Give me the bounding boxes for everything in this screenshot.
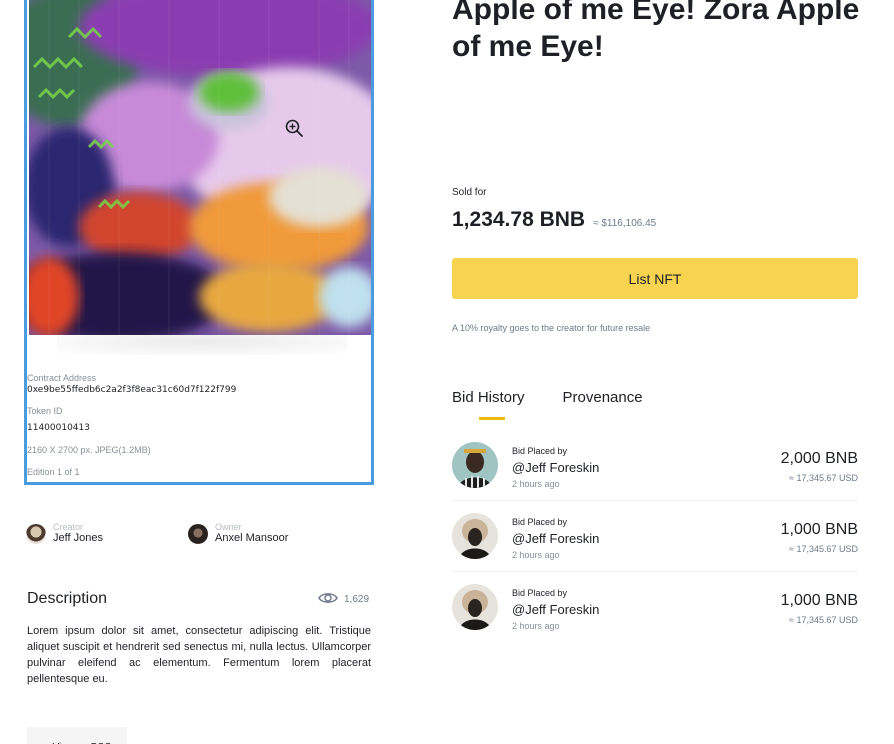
bid-time: 2 hours ago (512, 621, 560, 631)
view-count-value: 1,629 (344, 594, 370, 605)
creator-avatar (26, 523, 46, 544)
view-on-bsc-button[interactable]: View on BSC (27, 727, 127, 744)
bidder-name[interactable]: @Jeff Foreskin (512, 460, 599, 475)
edition-info: Edition 1 of 1 (27, 467, 80, 477)
bid-row[interactable]: Bid Placed by @Jeff Foreskin 2 hours ago… (452, 572, 858, 643)
token-id-value: 11400010413 (27, 423, 90, 433)
bid-amount: 1,000 BNB (780, 521, 858, 538)
bidder-avatar (452, 513, 498, 559)
tab-bid-history[interactable]: Bid History (452, 389, 525, 420)
description-title: Description (27, 590, 108, 607)
nft-title: Apple of me Eye! Zora Apple of me Eye! (452, 0, 860, 63)
zoom-in-icon[interactable] (284, 118, 304, 138)
description-text: Lorem ipsum dolor sit amet, consectetur … (27, 625, 371, 685)
bidder-name[interactable]: @Jeff Foreskin (512, 531, 599, 546)
owner-name: Anxel Mansoor (215, 532, 289, 544)
bid-row[interactable]: Bid Placed by @Jeff Foreskin 2 hours ago… (452, 501, 858, 572)
creator-owner-row: Creator Jeff Jones Owner Anxel Mansoor (26, 522, 376, 552)
contract-address-value: 0xe9be55ffedb6c2a2f3f8eac31c60d7f122f799 (27, 385, 237, 395)
nft-artwork-image[interactable] (29, 0, 371, 335)
token-id-label: Token ID (27, 406, 63, 416)
bid-amount-usd: ≈ 17,345.67 USD (789, 544, 858, 554)
history-tabs: Bid History Provenance (452, 389, 643, 420)
artwork-shadow (57, 329, 347, 355)
bid-time: 2 hours ago (512, 550, 560, 560)
bid-amount-usd: ≈ 17,345.67 USD (789, 473, 858, 483)
file-info: 2160 X 2700 px. JPEG(1.2MB) (27, 445, 151, 455)
bid-placed-label: Bid Placed by (512, 446, 568, 456)
sold-for-label: Sold for (452, 187, 487, 198)
nft-card-selected[interactable]: Contract Address 0xe9be55ffedb6c2a2f3f8e… (24, 0, 374, 485)
bid-amount: 2,000 BNB (780, 450, 858, 467)
sold-price-bnb: 1,234.78 BNB (452, 208, 586, 231)
contract-address-label: Contract Address (27, 373, 97, 383)
owner-role-label: Owner (215, 522, 242, 532)
view-count: 1,629 (318, 591, 369, 608)
sold-price-usd: ≈ $116,106.45 (593, 218, 657, 229)
creator-role-label: Creator (53, 522, 84, 532)
bidder-name[interactable]: @Jeff Foreskin (512, 602, 599, 617)
royalty-note: A 10% royalty goes to the creator for fu… (452, 323, 651, 333)
bid-placed-label: Bid Placed by (512, 517, 568, 527)
bid-time: 2 hours ago (512, 479, 560, 489)
owner[interactable]: Owner Anxel Mansoor (188, 522, 288, 545)
sold-price: 1,234.78 BNB ≈ $116,106.45 (452, 208, 656, 232)
creator-name: Jeff Jones (53, 532, 103, 544)
tab-provenance[interactable]: Provenance (563, 389, 643, 420)
bid-history-list: Bid Placed by @Jeff Foreskin 2 hours ago… (452, 430, 858, 643)
list-nft-button[interactable]: List NFT (452, 258, 858, 299)
bidder-avatar (452, 584, 498, 630)
bidder-avatar (452, 442, 498, 488)
bid-amount-usd: ≈ 17,345.67 USD (789, 615, 858, 625)
bid-row[interactable]: Bid Placed by @Jeff Foreskin 2 hours ago… (452, 430, 858, 501)
eye-icon (318, 591, 338, 608)
bid-amount: 1,000 BNB (780, 592, 858, 609)
bid-placed-label: Bid Placed by (512, 588, 568, 598)
owner-avatar (188, 523, 208, 544)
creator[interactable]: Creator Jeff Jones (26, 522, 103, 545)
